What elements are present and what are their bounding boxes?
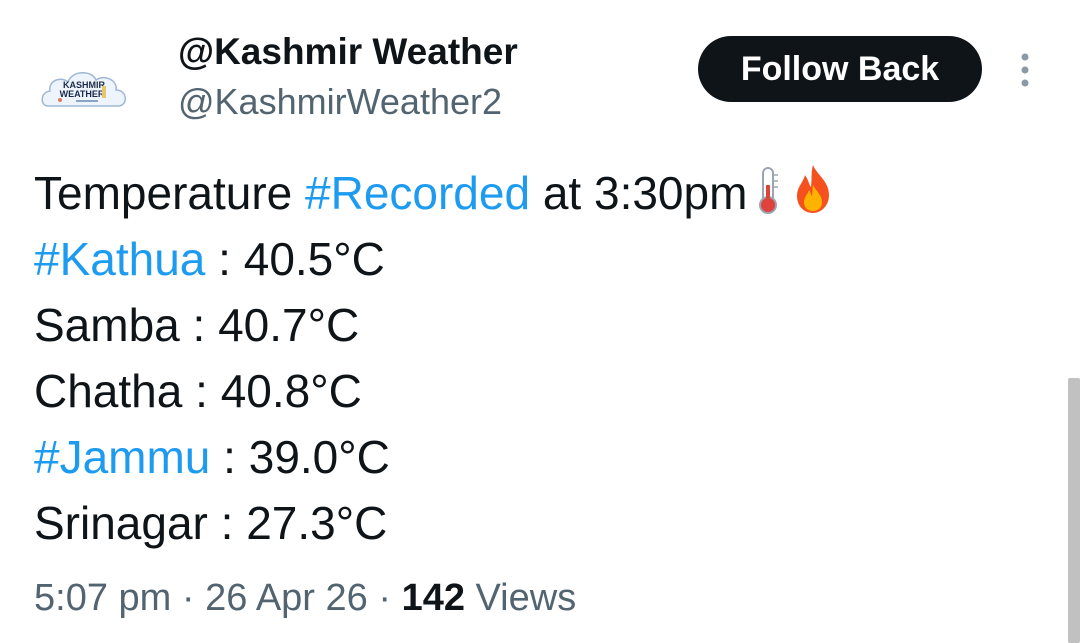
reading-separator: : [179, 299, 219, 351]
reading-place[interactable]: #Kathua [34, 233, 205, 285]
reading-place: Samba [34, 299, 180, 351]
reading-value: 40.5°C [243, 233, 385, 285]
cloud-logo-icon: KASHMIR WEATHER [41, 72, 126, 107]
tweet-text-suffix: at 3:30pm [530, 167, 748, 219]
reading-value: 27.3°C [246, 497, 388, 549]
reading-separator: : [205, 233, 244, 285]
reading-line: Samba : 40.7°C [34, 292, 837, 358]
reading-line: Srinagar : 27.3°C [34, 490, 837, 556]
tweet-date[interactable]: 26 Apr 26 [205, 577, 368, 619]
vertical-ellipsis-icon [1021, 53, 1029, 87]
reading-line: #Jammu : 39.0°C [34, 424, 837, 490]
reading-separator: : [182, 365, 221, 417]
tweet-meta: 5:07 pm · 26 Apr 26 · 142 Views [34, 574, 576, 622]
reading-place[interactable]: #Jammu [34, 431, 210, 483]
reading-value: 40.8°C [220, 365, 362, 417]
author-handle[interactable]: @KashmirWeather2 [178, 80, 502, 124]
thermometer-icon [753, 165, 783, 232]
tweet-text-prefix: Temperature [34, 167, 306, 219]
reading-value: 40.7°C [218, 299, 360, 351]
meta-separator: · [171, 577, 206, 619]
reading-place: Srinagar [34, 497, 208, 549]
more-options-button[interactable] [1010, 48, 1040, 92]
avatar[interactable]: KASHMIR WEATHER [36, 44, 132, 140]
avatar-text-line2: WEATHER [60, 89, 105, 99]
follow-back-button[interactable]: Follow Back [698, 36, 982, 102]
views-count[interactable]: 142 [402, 577, 465, 619]
hashtag-link[interactable]: #Recorded [305, 167, 530, 219]
meta-separator: · [367, 577, 402, 619]
reading-line: Chatha : 40.8°C [34, 358, 837, 424]
tweet-line-header: Temperature #Recorded at 3:30pm [34, 160, 837, 226]
author-display-name[interactable]: @Kashmir Weather [178, 30, 518, 74]
tweet-time[interactable]: 5:07 pm [34, 577, 171, 619]
scrollbar-thumb[interactable] [1068, 378, 1080, 643]
fire-icon [789, 163, 837, 232]
reading-value: 39.0°C [248, 431, 390, 483]
views-label[interactable]: Views [465, 577, 577, 619]
reading-separator: : [207, 497, 247, 549]
reading-place: Chatha [34, 365, 183, 417]
tweet-text: Temperature #Recorded at 3:30pm #Kathua … [34, 160, 837, 556]
reading-separator: : [210, 431, 249, 483]
reading-line: #Kathua : 40.5°C [34, 226, 837, 292]
